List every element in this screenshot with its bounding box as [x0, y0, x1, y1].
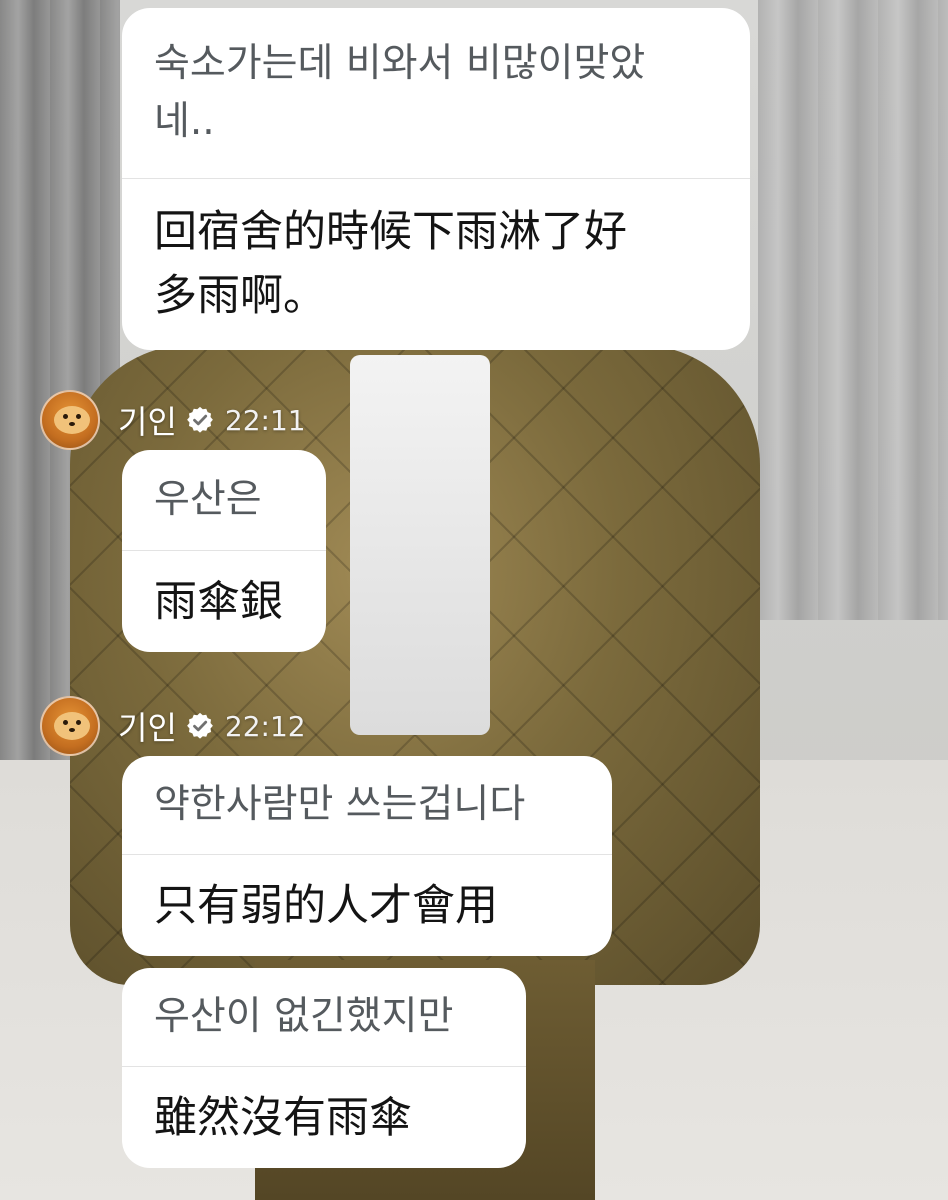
message-time: 22:11: [224, 403, 306, 437]
avatar[interactable]: [40, 696, 100, 756]
original-text: 우산은: [154, 477, 262, 522]
message-bubble[interactable]: 숙소가는데 비와서 비많이맞았 네.. 回宿舍的時候下雨淋了好 多雨啊。: [122, 8, 750, 350]
avatar-face: [54, 712, 90, 740]
avatar-nose: [69, 728, 75, 732]
sender-header: 기인 22:12: [40, 696, 306, 756]
original-text: 숙소가는데 비와서 비많이맞았: [154, 41, 646, 86]
translation-text: 回宿舍的時候下雨淋了好: [154, 207, 627, 257]
message-bubble[interactable]: 약한사람만 쓰는겁니다 只有弱的人才會用: [122, 756, 612, 956]
avatar-face: [54, 406, 90, 434]
avatar-eye: [76, 720, 81, 725]
original-text: 네..: [154, 99, 215, 144]
translation-text: 雖然沒有雨傘: [154, 1092, 412, 1143]
message-bubble[interactable]: 우산이 없긴했지만 雖然沒有雨傘: [122, 968, 526, 1168]
avatar[interactable]: [40, 390, 100, 450]
sender-name[interactable]: 기인: [118, 703, 177, 749]
avatar-nose: [69, 422, 75, 426]
verified-check-icon: [187, 406, 213, 433]
message-bubble[interactable]: 우산은 雨傘銀: [122, 450, 326, 652]
background-shirt: [350, 355, 490, 735]
avatar-eye: [63, 414, 68, 419]
sender-header: 기인 22:11: [40, 390, 306, 450]
verified-check-icon: [187, 712, 213, 739]
background-curtain-right: [758, 0, 948, 620]
translation-text: 多雨啊。: [154, 271, 326, 321]
original-text: 약한사람만 쓰는겁니다: [154, 782, 526, 827]
avatar-eye: [76, 414, 81, 419]
translation-text: 只有弱的人才會用: [154, 880, 498, 931]
sender-name[interactable]: 기인: [118, 397, 177, 443]
original-text: 우산이 없긴했지만: [154, 994, 454, 1039]
message-time: 22:12: [224, 709, 306, 743]
avatar-eye: [63, 720, 68, 725]
translation-text: 雨傘銀: [154, 576, 283, 627]
